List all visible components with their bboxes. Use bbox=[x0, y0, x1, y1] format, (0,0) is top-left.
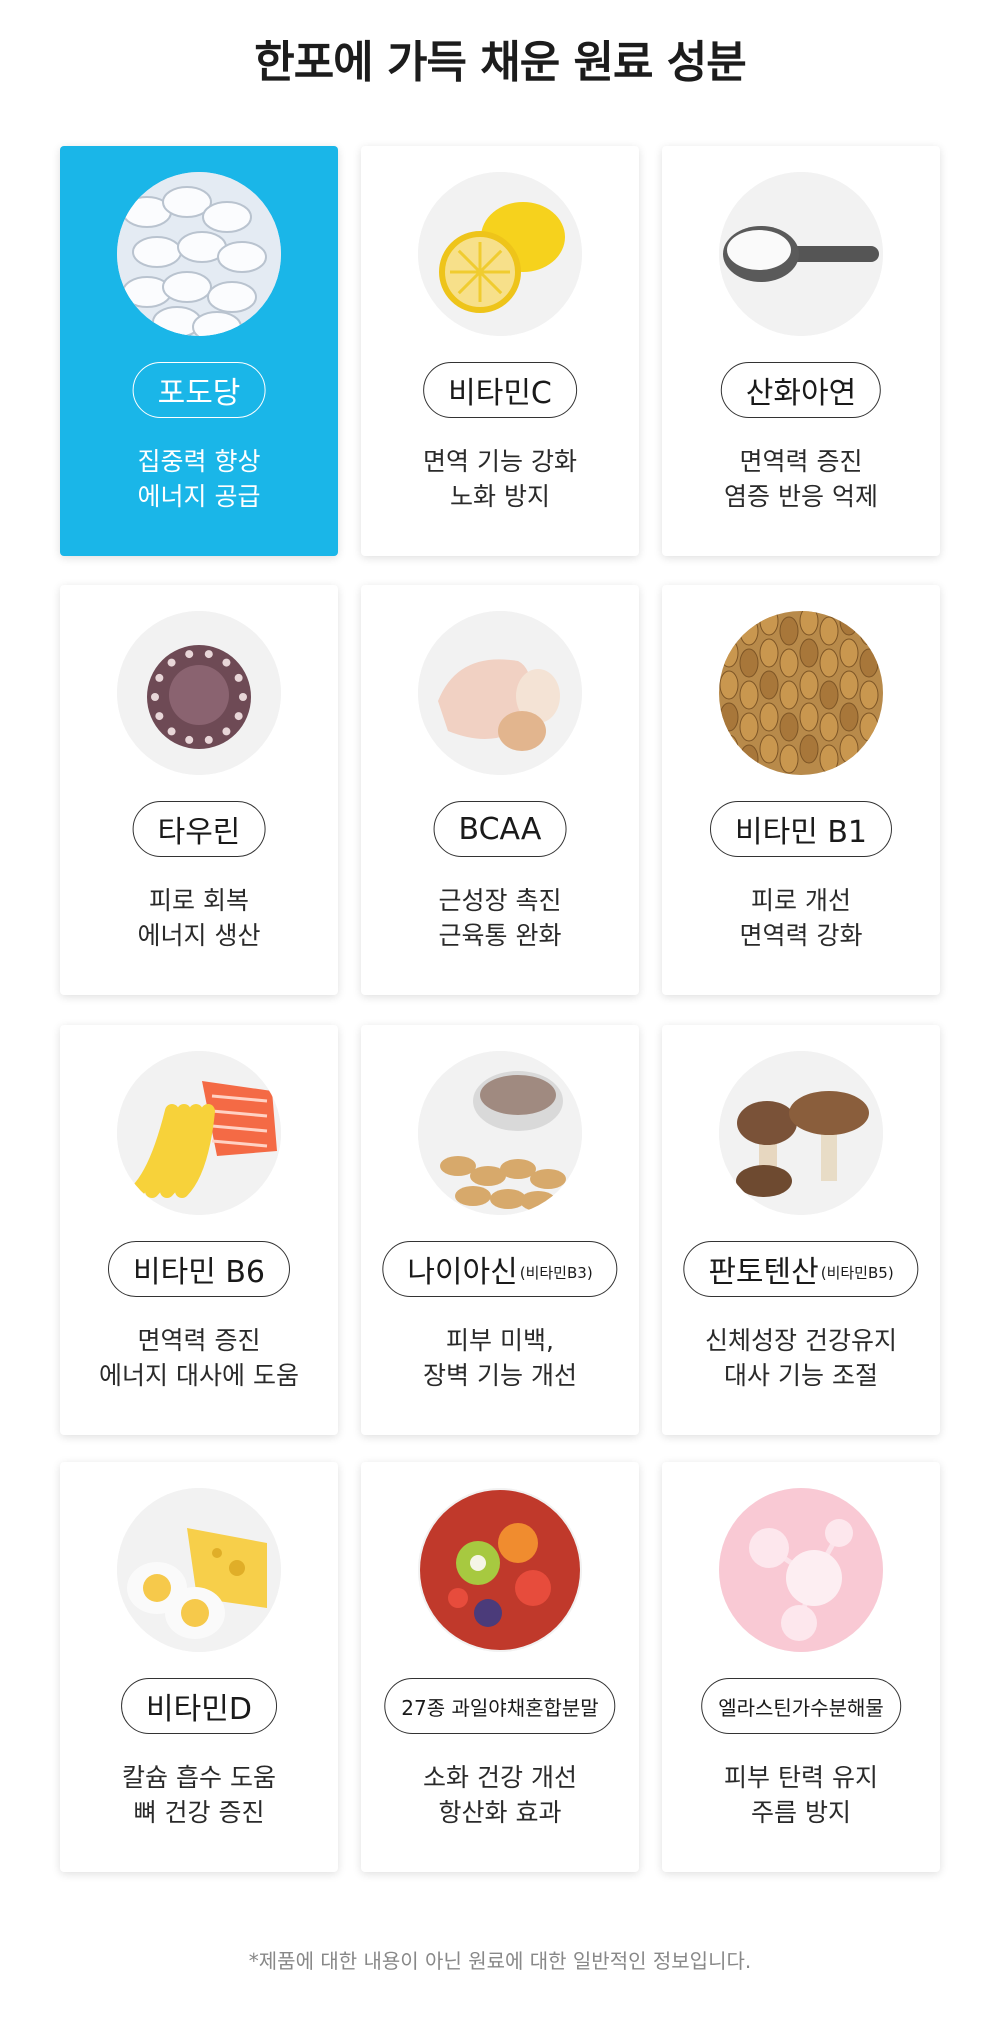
ingredient-description: 근성장 촉진근육통 완화 bbox=[361, 883, 639, 953]
ingredient-card: 판토텐산 (비타민B5) 신체성장 건강유지대사 기능 조절 bbox=[662, 1025, 940, 1435]
ingredient-name-pill: 27종 과일야채혼합분말 bbox=[384, 1678, 616, 1734]
description-line: 면역력 강화 bbox=[739, 921, 863, 950]
ingredient-card: 비타민D 칼슘 흡수 도움뼈 건강 증진 bbox=[60, 1462, 338, 1872]
ingredient-name-pill: 비타민C bbox=[423, 362, 577, 418]
ingredient-card: 산화아연면역력 증진염증 반응 억제 bbox=[662, 146, 940, 556]
ingredient-name-pill: 비타민 B6 bbox=[107, 1241, 291, 1297]
ingredient-name-pill: 비타민 B1 bbox=[709, 801, 893, 857]
description-line: 주름 방지 bbox=[751, 1798, 851, 1827]
wheat-grain-icon bbox=[719, 611, 883, 775]
description-line: 염증 반응 억제 bbox=[724, 482, 878, 511]
ingredient-description: 신체성장 건강유지대사 기능 조절 bbox=[662, 1323, 940, 1393]
ingredient-name: 비타민C bbox=[448, 376, 552, 411]
molecule-icon bbox=[719, 1488, 883, 1652]
description-line: 면역력 증진 bbox=[137, 1326, 261, 1355]
description-line: 칼슘 흡수 도움 bbox=[122, 1763, 276, 1792]
ingredient-name: 비타민D bbox=[146, 1692, 252, 1727]
ingredient-name: 비타민 B1 bbox=[734, 815, 868, 850]
description-line: 장벽 기능 개선 bbox=[423, 1361, 577, 1390]
ingredient-card: 비타민 B6 면역력 증진에너지 대사에 도움 bbox=[60, 1025, 338, 1435]
ingredient-name-pill: 나이아신 (비타민B3) bbox=[382, 1241, 618, 1297]
cheese-egg-icon bbox=[117, 1488, 281, 1652]
description-line: 근성장 촉진 bbox=[438, 886, 562, 915]
ingredient-card: 27종 과일야채혼합분말소화 건강 개선항산화 효과 bbox=[361, 1462, 639, 1872]
ingredient-subname: (비타민B3) bbox=[519, 1263, 593, 1282]
ingredient-name-pill: 타우린 bbox=[132, 801, 266, 857]
ingredient-name: 27종 과일야채혼합분말 bbox=[401, 1695, 599, 1720]
ingredient-description: 면역 기능 강화노화 방지 bbox=[361, 444, 639, 514]
ingredient-name: 산화아연 bbox=[745, 376, 857, 411]
ingredient-description: 피로 개선면역력 강화 bbox=[662, 883, 940, 953]
description-line: 항산화 효과 bbox=[438, 1798, 562, 1827]
glucose-tablets-icon bbox=[117, 172, 281, 336]
ingredient-name-pill: 엘라스틴가수분해물 bbox=[701, 1678, 901, 1734]
ingredient-card: 엘라스틴가수분해물피부 탄력 유지주름 방지 bbox=[662, 1462, 940, 1872]
ingredient-name: 판토텐산 bbox=[708, 1255, 819, 1290]
description-line: 면역력 증진 bbox=[739, 447, 863, 476]
ingredient-name: 비타민 B6 bbox=[132, 1255, 266, 1290]
description-line: 피부 탄력 유지 bbox=[724, 1763, 878, 1792]
ingredient-name-pill: 포도당 bbox=[132, 362, 266, 418]
ingredient-card: 비타민 B1 피로 개선면역력 강화 bbox=[662, 585, 940, 995]
ingredient-name: 타우린 bbox=[157, 815, 241, 850]
description-line: 피로 개선 bbox=[751, 886, 851, 915]
description-line: 근육통 완화 bbox=[438, 921, 562, 950]
ingredient-card: 포도당집중력 향상에너지 공급 bbox=[60, 146, 338, 556]
ingredient-description: 집중력 향상에너지 공급 bbox=[60, 444, 338, 514]
powder-scoop-icon bbox=[719, 172, 883, 336]
ingredient-name: 엘라스틴가수분해물 bbox=[718, 1695, 884, 1720]
mushroom-icon bbox=[719, 1051, 883, 1215]
description-line: 신체성장 건강유지 bbox=[705, 1326, 897, 1355]
ingredient-description: 피부 미백, 장벽 기능 개선 bbox=[361, 1323, 639, 1393]
description-line: 에너지 대사에 도움 bbox=[99, 1361, 299, 1390]
description-line: 면역 기능 강화 bbox=[423, 447, 577, 476]
ingredient-description: 피부 탄력 유지주름 방지 bbox=[662, 1760, 940, 1830]
description-line: 노화 방지 bbox=[450, 482, 550, 511]
ingredient-description: 칼슘 흡수 도움뼈 건강 증진 bbox=[60, 1760, 338, 1830]
description-line: 대사 기능 조절 bbox=[724, 1361, 878, 1390]
footnote: *제품에 대한 내용이 아닌 원료에 대한 일반적인 정보입니다. bbox=[248, 1949, 752, 1973]
ingredient-description: 피로 회복에너지 생산 bbox=[60, 883, 338, 953]
ingredient-name: BCAA bbox=[458, 811, 542, 847]
ingredient-name: 나이아신 bbox=[407, 1255, 518, 1290]
octopus-icon bbox=[117, 611, 281, 775]
chicken-egg-icon bbox=[418, 611, 582, 775]
description-line: 에너지 생산 bbox=[137, 921, 261, 950]
description-line: 소화 건강 개선 bbox=[423, 1763, 577, 1792]
description-line: 피부 미백, bbox=[446, 1326, 554, 1355]
ingredient-description: 소화 건강 개선항산화 효과 bbox=[361, 1760, 639, 1830]
lemon-icon bbox=[418, 172, 582, 336]
description-line: 뼈 건강 증진 bbox=[133, 1798, 265, 1827]
ingredient-card: 비타민C 면역 기능 강화노화 방지 bbox=[361, 146, 639, 556]
ingredient-description: 면역력 증진에너지 대사에 도움 bbox=[60, 1323, 338, 1393]
ingredient-subname: (비타민B5) bbox=[820, 1263, 894, 1282]
ingredient-card: 나이아신 (비타민B3) 피부 미백, 장벽 기능 개선 bbox=[361, 1025, 639, 1435]
ingredient-name-pill: BCAA bbox=[433, 801, 567, 857]
peanut-rice-icon bbox=[418, 1051, 582, 1215]
banana-salmon-icon bbox=[117, 1051, 281, 1215]
description-line: 에너지 공급 bbox=[137, 482, 261, 511]
ingredient-name: 포도당 bbox=[157, 376, 241, 411]
fruit-bowl-icon bbox=[418, 1488, 582, 1652]
ingredient-card: BCAA 근성장 촉진근육통 완화 bbox=[361, 585, 639, 995]
description-line: 집중력 향상 bbox=[137, 447, 261, 476]
ingredient-name-pill: 판토텐산 (비타민B5) bbox=[683, 1241, 919, 1297]
ingredient-description: 면역력 증진염증 반응 억제 bbox=[662, 444, 940, 514]
ingredient-card: 타우린피로 회복에너지 생산 bbox=[60, 585, 338, 995]
page-title: 한포에 가득 채운 원료 성분 bbox=[254, 37, 747, 88]
ingredient-name-pill: 비타민D bbox=[121, 1678, 277, 1734]
description-line: 피로 회복 bbox=[149, 886, 249, 915]
ingredient-name-pill: 산화아연 bbox=[720, 362, 882, 418]
